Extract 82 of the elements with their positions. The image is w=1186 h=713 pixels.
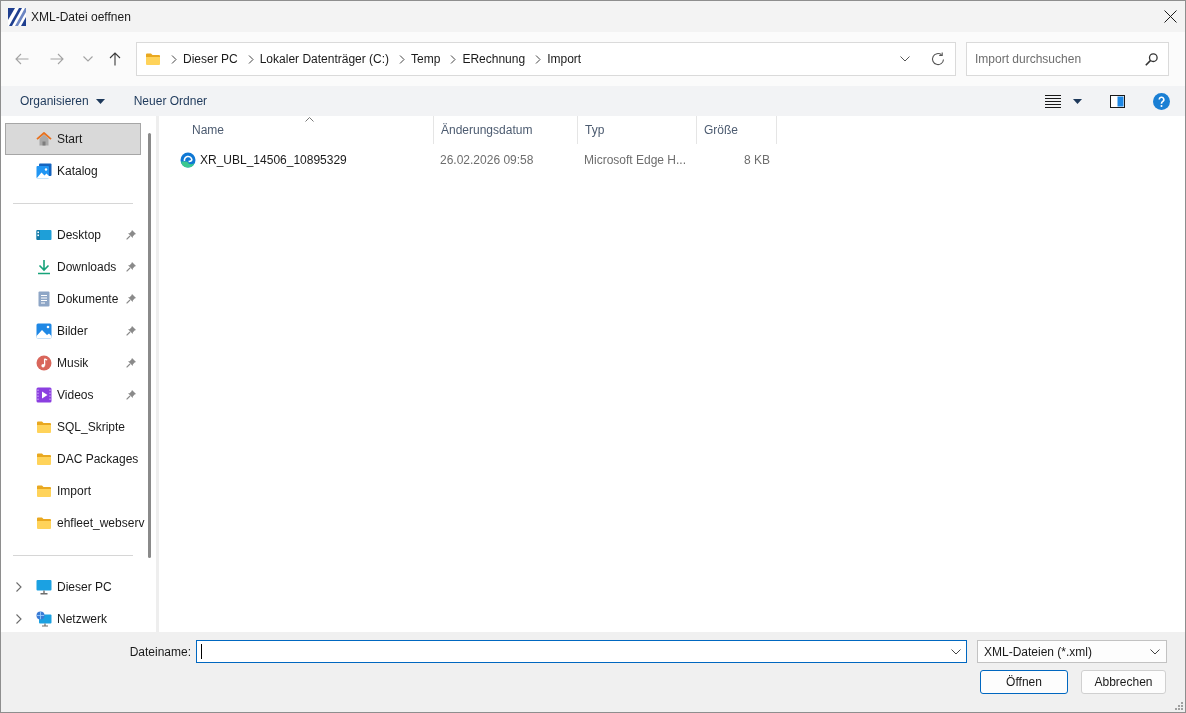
sidebar-item[interactable]: Start: [5, 123, 141, 155]
document-icon: [36, 291, 52, 307]
sidebar-item[interactable]: DAC Packages: [5, 443, 141, 475]
address-bar[interactable]: Dieser PC Lokaler Datenträger (C:) Temp ERechnung Import: [136, 42, 956, 76]
folder-icon: [36, 451, 52, 467]
help-icon[interactable]: [1153, 92, 1170, 110]
breadcrumb[interactable]: Dieser PC: [183, 49, 238, 69]
caret-down-icon[interactable]: [1073, 98, 1082, 104]
open-button[interactable]: Öffnen: [980, 670, 1068, 694]
network-monitor-icon: [36, 611, 52, 627]
file-size: 8 KB: [744, 153, 770, 167]
scrollbar-thumb[interactable]: [148, 133, 151, 558]
chevron-down-icon[interactable]: [951, 649, 961, 655]
sidebar-item[interactable]: Downloads: [5, 251, 141, 283]
pin-icon[interactable]: [126, 358, 136, 368]
music-note-icon: [36, 355, 52, 371]
text-cursor-icon: [201, 644, 202, 659]
pin-icon[interactable]: [126, 262, 136, 272]
sidebar-item[interactable]: Katalog: [5, 155, 141, 187]
sidebar-item[interactable]: Videos: [5, 379, 141, 411]
window-title: XML-Datei oeffnen: [31, 9, 131, 24]
sidebar-item[interactable]: Import: [5, 475, 141, 507]
folder-icon: [145, 51, 161, 67]
pin-icon[interactable]: [126, 326, 136, 336]
details-view-icon[interactable]: [1045, 94, 1061, 108]
breadcrumb[interactable]: Import: [547, 49, 582, 69]
chevron-right-icon[interactable]: [16, 582, 22, 592]
search-icon[interactable]: [1145, 53, 1158, 66]
sidebar-item[interactable]: Bilder: [5, 315, 141, 347]
column-header[interactable]: Name: [159, 116, 434, 144]
up-arrow-icon[interactable]: [109, 52, 121, 66]
resize-grip-icon[interactable]: [1175, 702, 1183, 710]
sidebar-item[interactable]: SQL_Skripte: [5, 411, 141, 443]
sidebar-item[interactable]: Dokumente: [5, 283, 141, 315]
sidebar-item[interactable]: Dieser PC: [5, 571, 141, 603]
desktop-icon: [36, 227, 52, 243]
close-icon[interactable]: [1163, 10, 1177, 23]
folder-icon: [36, 515, 52, 531]
sidebar-item[interactable]: Musik: [5, 347, 141, 379]
file-name: XR_UBL_14506_10895329: [200, 153, 347, 167]
chevron-right-icon[interactable]: [399, 54, 406, 64]
download-icon: [36, 259, 52, 275]
toolbar-button[interactable]: Neuer Ordner: [126, 89, 215, 113]
refresh-icon[interactable]: [931, 52, 945, 66]
video-icon: [36, 387, 52, 403]
field-label: Dateiname:: [128, 644, 191, 659]
home-icon: [36, 131, 52, 147]
pin-icon[interactable]: [126, 294, 136, 304]
chevron-right-icon[interactable]: [535, 54, 542, 64]
breadcrumb[interactable]: Temp: [411, 49, 441, 69]
modified-date: 26.02.2026 09:58: [440, 153, 534, 167]
file-row[interactable]: XR_UBL_14506_10895329 26.02.2026 09:58 Microsoft Edge H... 8 KB: [159, 148, 1185, 172]
chevron-right-icon[interactable]: [171, 54, 177, 64]
caret-down-icon: [95, 98, 105, 104]
menu-button[interactable]: Organisieren: [13, 89, 112, 113]
sidebar-item[interactable]: Desktop: [5, 219, 141, 251]
monitor-icon: [36, 579, 52, 595]
chevron-right-icon[interactable]: [247, 54, 254, 64]
chevron-down-icon[interactable]: [900, 56, 910, 62]
column-header[interactable]: Größe: [697, 116, 777, 144]
folder-icon: [36, 419, 52, 435]
filename-field[interactable]: [196, 640, 967, 663]
breadcrumb[interactable]: ERechnung: [462, 49, 526, 69]
chevron-down-icon: [1150, 648, 1160, 655]
pin-icon[interactable]: [126, 390, 136, 400]
file-type: Microsoft Edge H...: [584, 153, 687, 167]
column-header[interactable]: Änderungsdatum: [434, 116, 578, 144]
picture-icon: [36, 323, 52, 339]
chevron-right-icon[interactable]: [450, 54, 457, 64]
pin-icon[interactable]: [126, 230, 136, 240]
file-type-dropdown[interactable]: XML-Dateien (*.xml): [977, 640, 1167, 663]
column-header[interactable]: Typ: [578, 116, 697, 144]
chevron-right-icon[interactable]: [16, 614, 22, 624]
search-field[interactable]: Import durchsuchen: [966, 42, 1169, 76]
folder-icon: [36, 483, 52, 499]
swirl-icon: [180, 152, 196, 168]
cancel-button[interactable]: Abbrechen: [1081, 670, 1166, 694]
sidebar-item[interactable]: Netzwerk: [5, 603, 141, 632]
gallery-icon: [36, 163, 52, 179]
app-logo-icon: [8, 7, 26, 26]
preview-pane-icon[interactable]: [1110, 94, 1125, 108]
breadcrumb[interactable]: Lokaler Datenträger (C:): [259, 49, 390, 69]
